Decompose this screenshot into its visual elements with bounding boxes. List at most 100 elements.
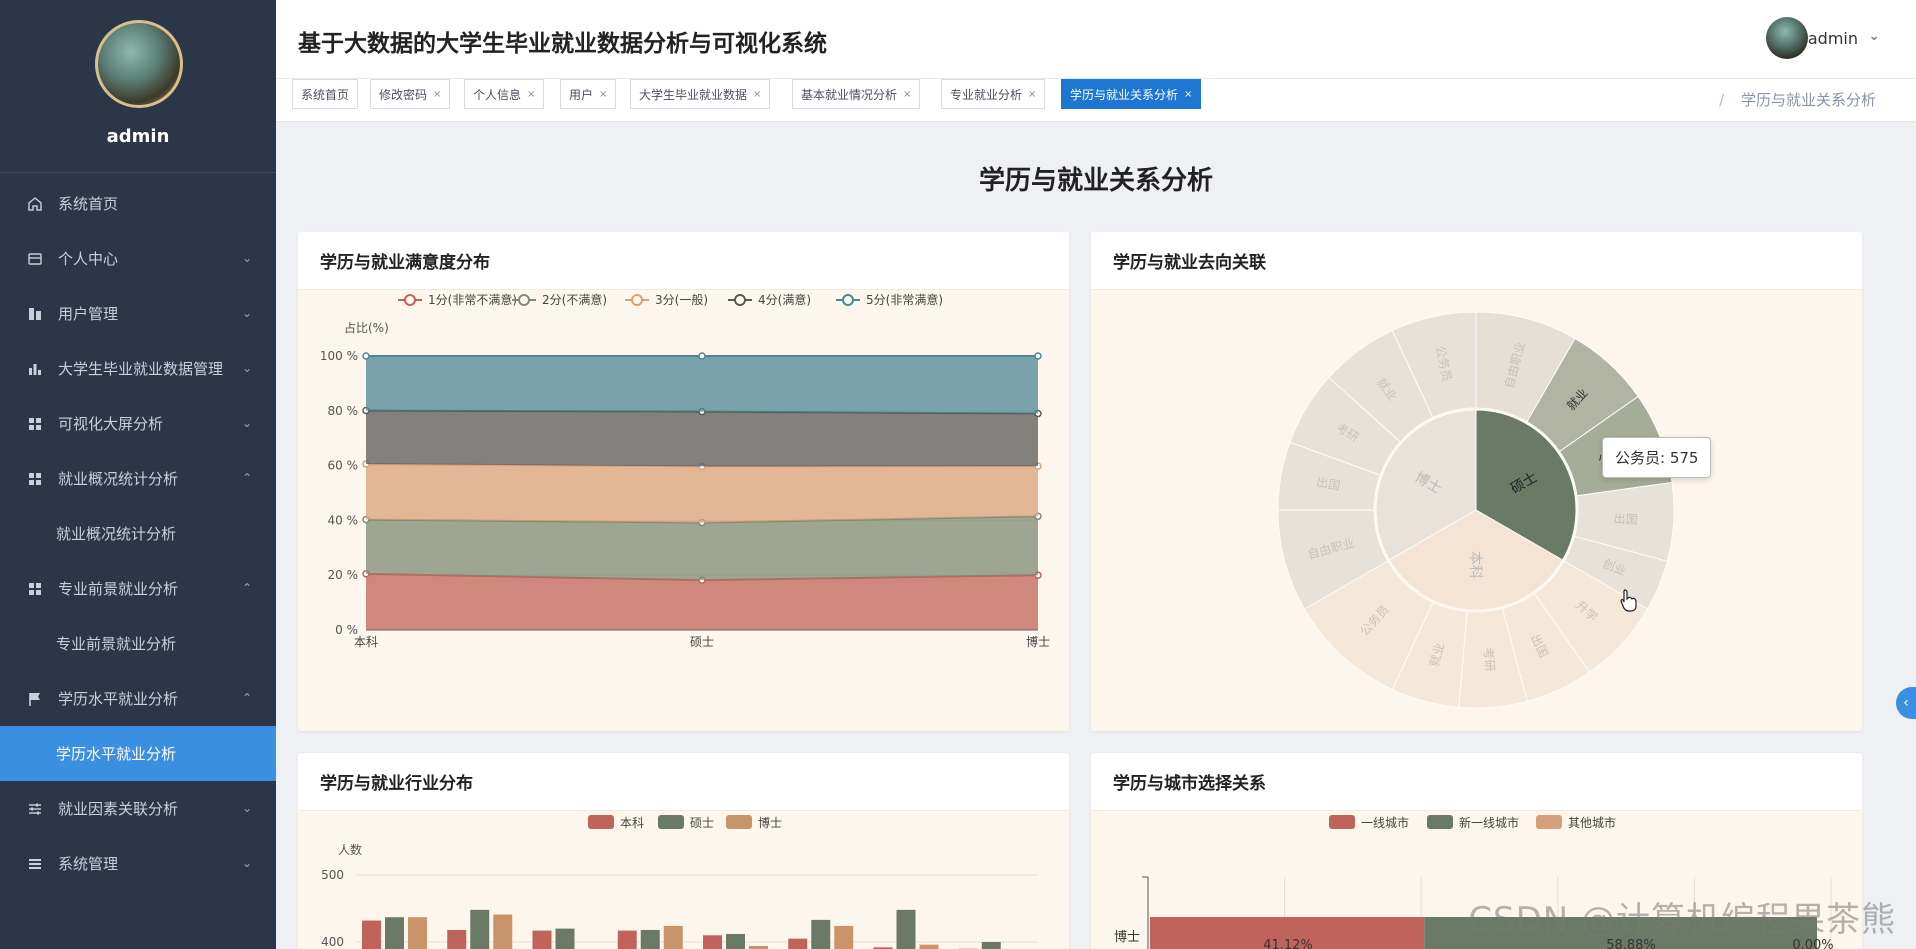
tag-3[interactable]: 个人信息 × [464, 79, 545, 109]
menu-item-label: 就业因素关联分析 [58, 800, 179, 818]
industry-bar-chart[interactable]: 本科 硕士 博士人数 400 500 [298, 811, 1069, 949]
hand-cursor-icon [1620, 589, 1637, 612]
menu-item-label: 用户管理 [58, 305, 119, 323]
menu-item-label: 专业前景就业分析 [58, 580, 179, 598]
legend-item: 3分(一般) [625, 292, 708, 307]
menu-item-factor-correlation[interactable]: 就业因素关联分析 ⌄ [0, 781, 276, 836]
close-icon[interactable]: × [1184, 89, 1192, 100]
tag-label: 系统首页 [301, 87, 350, 102]
data-label: 41.12% [1263, 938, 1313, 949]
destination-sunburst-chart[interactable]: 硕士本科博士自由职业就业公务员出国创业升学出国考研就业公务员自由职业出国考研就业… [1091, 290, 1862, 731]
top-header: 基于大数据的大学生毕业就业数据分析与可视化系统 admin ⌄ [276, 0, 1916, 78]
tags-view-bar: 系统首页 修改密码 × 个人信息 × 用户 × 大学生毕业就业数据 × 基本就业情况分析 × 专业就业… [276, 78, 1916, 122]
menu-item-major-prospect[interactable]: 专业前景就业分析 ⌃ [0, 561, 276, 616]
user-avatar[interactable] [1766, 17, 1808, 59]
menu-item-education-level[interactable]: 学历水平就业分析 ⌃ [0, 671, 276, 726]
tag-2[interactable]: 修改密码 × [370, 79, 451, 109]
page-title: 学历与就业关系分析 [978, 166, 1213, 196]
close-icon[interactable]: × [599, 89, 607, 100]
profile-icon [26, 250, 44, 268]
x-tick-label: 博士 [1026, 634, 1050, 649]
legend-label: 新一线城市 [1459, 815, 1519, 830]
tag-7[interactable]: 专业就业分析 × [941, 79, 1046, 109]
grid-icon [26, 415, 44, 433]
close-icon[interactable]: × [903, 89, 911, 100]
menu-item-profile[interactable]: 个人中心 ⌄ [0, 231, 276, 286]
y-tick-label: 100 % [320, 349, 358, 363]
y-tick-label: 60 % [328, 459, 359, 473]
y-tick-label: 博士 [1114, 930, 1140, 945]
tag-8[interactable]: 学历与就业关系分析 × [1061, 79, 1202, 109]
bar [532, 930, 552, 949]
close-icon[interactable]: × [1028, 89, 1036, 100]
sidebar-username: admin [106, 126, 170, 147]
legend-label: 3分(一般) [655, 292, 708, 307]
menu-item-label: 个人中心 [58, 250, 119, 268]
header-username[interactable]: admin [1808, 29, 1858, 48]
legend-swatch [588, 815, 614, 829]
menu-item-employment-overview[interactable]: 就业概况统计分析 ⌃ [0, 451, 276, 506]
bar [408, 917, 427, 949]
menu-item-home[interactable]: 系统首页 [0, 176, 276, 231]
y-tick-label: 80 % [328, 404, 359, 418]
bar [981, 942, 1001, 949]
chevron-up-icon: ⌃ [241, 581, 252, 595]
legend-swatch [658, 815, 684, 829]
tag-label: 用户 [569, 87, 594, 102]
list-icon [26, 855, 44, 873]
industry-chart-area: 本科 硕士 博士 人数 400 500 [298, 811, 1069, 949]
bar [493, 914, 513, 949]
sunburst-outer-label: 考研 [1481, 647, 1497, 672]
card-title: 学历与就业去向关联 [1091, 232, 1862, 290]
y-tick-label: 20 % [328, 568, 359, 582]
chevron-down-icon: ⌄ [241, 801, 252, 815]
card-title: 学历与城市选择关系 [1091, 753, 1862, 811]
menu-item-system-admin[interactable]: 系统管理 ⌄ [0, 836, 276, 891]
legend-marker [631, 294, 643, 306]
destination-chart-area: 硕士本科博士自由职业就业公务员出国创业升学出国考研就业公务员自由职业出国考研就业… [1091, 290, 1862, 731]
satisfaction-area-chart[interactable]: 1分(非常不满意) 2分(不满意) 3分(一般) 4分(满意) 5分(非常满意) 占比(%… [298, 290, 1069, 731]
area-series [366, 463, 1038, 523]
page-scrollbar[interactable] [1904, 0, 1910, 949]
data-point [362, 352, 370, 360]
tag-1[interactable]: 系统首页 [292, 79, 359, 109]
legend-label: 硕士 [690, 816, 714, 830]
bar [896, 909, 916, 949]
tag-6[interactable]: 基本就业情况分析 × [792, 79, 921, 109]
bar [811, 919, 831, 949]
drawer-toggle-button[interactable]: ‹ [1896, 687, 1916, 719]
legend-label: 本科 [620, 816, 644, 830]
menu-item-label: 可视化大屏分析 [58, 415, 164, 433]
card-title: 学历与就业满意度分布 [298, 232, 1069, 290]
submenu-education-level[interactable]: 学历水平就业分析 [0, 726, 276, 781]
close-icon[interactable]: × [527, 89, 535, 100]
legend-marker [842, 294, 854, 306]
x-tick-label: 硕士 [690, 635, 714, 649]
bar [663, 925, 683, 949]
x-tick-label: 本科 [354, 635, 378, 649]
chevron-down-icon: ⌄ [241, 416, 252, 430]
menu-item-dashboard[interactable]: 可视化大屏分析 ⌄ [0, 396, 276, 451]
close-icon[interactable]: × [753, 89, 761, 100]
destination-card: 学历与就业去向关联 硕士本科博士自由职业就业公务员出国创业升学出国考研就业公务员… [1091, 232, 1862, 731]
tag-5[interactable]: 大学生毕业就业数据 × [630, 79, 771, 109]
legend-item: 硕士 [658, 815, 714, 830]
chart-tooltip: 公务员: 575 [1602, 437, 1712, 478]
tag-4[interactable]: 用户 × [560, 79, 617, 109]
submenu-employment-overview[interactable]: 就业概况统计分析 [0, 506, 276, 561]
menu-item-users[interactable]: 用户管理 ⌄ [0, 286, 276, 341]
bar [555, 928, 575, 949]
menu-item-graduate-data[interactable]: 大学生毕业就业数据管理 ⌄ [0, 341, 276, 396]
close-icon[interactable]: × [433, 89, 441, 100]
legend-marker [518, 294, 530, 306]
legend-item: 一线城市 [1329, 815, 1409, 830]
home-icon [26, 195, 44, 213]
chevron-down-icon[interactable]: ⌄ [1868, 28, 1880, 44]
submenu-major-prospect[interactable]: 专业前景就业分析 [0, 616, 276, 671]
legend-item: 1分(非常不满意) [398, 292, 517, 307]
legend-swatch [1536, 815, 1562, 829]
tag-label: 基本就业情况分析 [801, 87, 898, 102]
bar [470, 909, 490, 949]
breadcrumb-separator: / [1719, 91, 1725, 109]
y-tick-label: 40 % [328, 513, 359, 527]
